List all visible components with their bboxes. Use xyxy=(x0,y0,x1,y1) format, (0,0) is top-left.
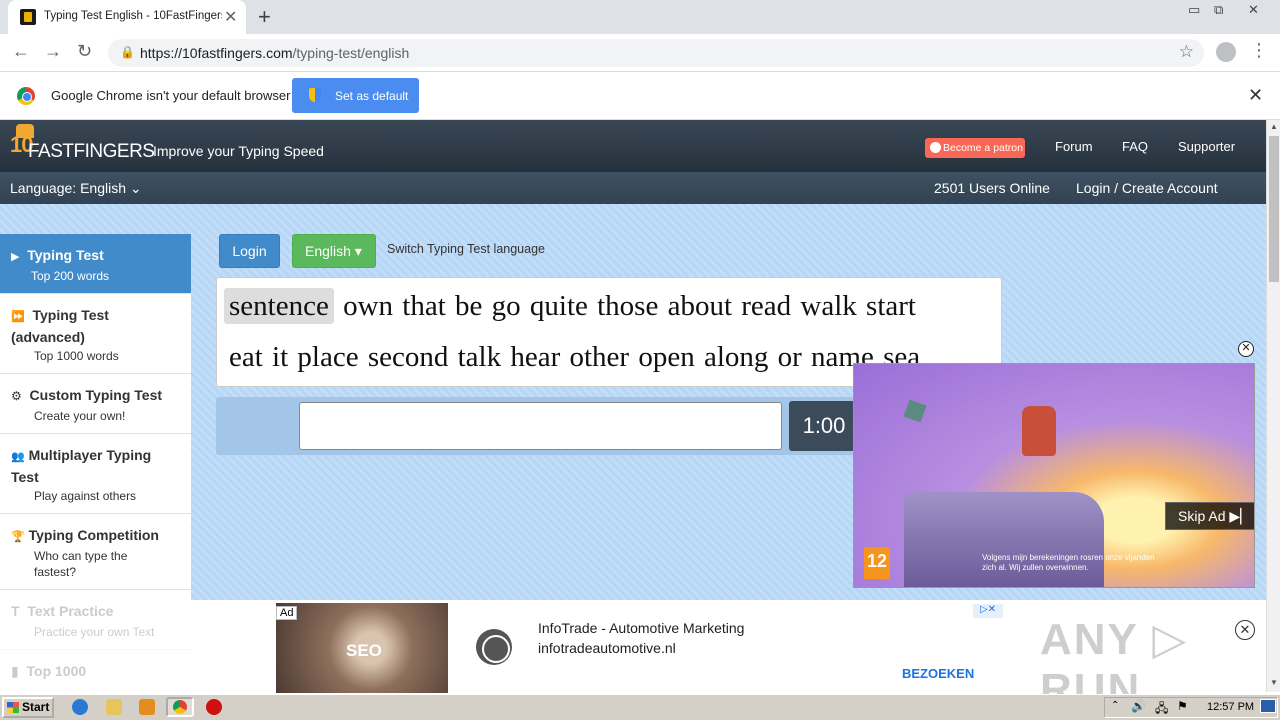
become-patron-button[interactable]: Become a patron xyxy=(925,138,1025,158)
play-icon: ▶ xyxy=(11,251,20,263)
back-icon[interactable]: ← xyxy=(12,41,30,62)
minimize-icon[interactable]: ▭ xyxy=(1188,2,1200,18)
ad-title[interactable]: InfoTrade - Automotive Marketing xyxy=(538,620,744,636)
patreon-icon xyxy=(930,142,941,153)
forum-link[interactable]: Forum xyxy=(1055,139,1093,154)
volume-icon[interactable]: 🔊 xyxy=(1131,699,1146,713)
windows-taskbar: Start ⌃ 🔊 🖧 ⚑ 12:57 PM xyxy=(0,694,1280,720)
scroll-down-icon[interactable]: ▼ xyxy=(1270,678,1278,687)
faq-link[interactable]: FAQ xyxy=(1122,139,1148,154)
lock-icon: 🔒 xyxy=(120,45,135,59)
ad-visit-button[interactable]: BEZOEKEN xyxy=(902,666,974,681)
ad-label: Ad xyxy=(276,606,298,620)
switch-language-label: Switch Typing Test language xyxy=(387,242,545,256)
address-bar[interactable]: 🔒 https://10fastfingers.com/typing-test/… xyxy=(108,39,1204,67)
shield-icon xyxy=(309,88,321,102)
site-header: 10 FASTFINGERS Improve your Typing Speed… xyxy=(0,120,1266,172)
chrome-icon xyxy=(173,700,187,714)
login-button[interactable]: Login xyxy=(219,234,280,268)
chrome-logo-icon xyxy=(17,87,35,105)
infobar-message: Google Chrome isn't your default browser xyxy=(51,88,291,103)
system-clock: 12:57 PM xyxy=(1207,701,1255,713)
sidebar-item-multiplayer[interactable]: 👥 Multiplayer Typing Test Play against o… xyxy=(0,434,191,514)
windows-logo-icon xyxy=(7,702,19,713)
bookmark-star-icon[interactable]: ☆ xyxy=(1179,42,1194,62)
tab-title: Typing Test English - 10FastFingers.com xyxy=(44,10,222,22)
sidebar-item-typing-test-advanced[interactable]: ⏩ Typing Test (advanced) Top 1000 words xyxy=(0,294,191,374)
forward-icon[interactable]: → xyxy=(44,41,62,62)
language-dropdown-button[interactable]: English ▾ xyxy=(292,234,376,268)
tab-strip: Typing Test English - 10FastFingers.com … xyxy=(0,0,1280,34)
url-text: https://10fastfingers.com/typing-test/en… xyxy=(140,45,410,61)
show-desktop-icon[interactable] xyxy=(1260,699,1276,713)
tray-expand-icon[interactable]: ⌃ xyxy=(1111,700,1119,711)
browser-toolbar: ← → ↻ 🔒 https://10fastfingers.com/typing… xyxy=(0,34,1280,72)
default-browser-infobar: Google Chrome isn't your default browser… xyxy=(0,72,1280,120)
supporter-link[interactable]: Supporter xyxy=(1178,139,1235,154)
profile-avatar-icon[interactable] xyxy=(1216,42,1236,62)
input-row: 1:00 xyxy=(216,397,859,455)
sidebar-item-typing-test[interactable]: ▶ Typing Test Top 200 words xyxy=(0,234,191,294)
countdown-timer: 1:00 xyxy=(789,401,859,451)
age-rating-badge: 12 xyxy=(864,547,890,579)
fast-forward-icon: ⏩ xyxy=(11,311,25,323)
sidebar: ▶ Typing Test Top 200 words ⏩ Typing Tes… xyxy=(0,234,191,694)
chart-icon: ▮ xyxy=(11,663,19,679)
globe-icon xyxy=(476,629,512,665)
scroll-up-icon[interactable]: ▲ xyxy=(1270,122,1278,131)
users-icon: 👥 xyxy=(11,451,25,463)
users-online: 2501 Users Online xyxy=(934,180,1050,196)
chrome-menu-icon[interactable]: ⋮ xyxy=(1250,40,1268,61)
ad-domain[interactable]: infotradeautomotive.nl xyxy=(538,640,676,656)
words-line-2: eat it place second talk hear other open… xyxy=(229,341,921,373)
folder-icon[interactable] xyxy=(106,699,122,715)
antivirus-icon[interactable] xyxy=(206,699,222,715)
set-as-default-button[interactable]: Set as default xyxy=(292,78,419,113)
cube-graphic xyxy=(903,399,927,423)
restore-icon[interactable]: ⧉ xyxy=(1214,2,1223,18)
language-selector[interactable]: Language: English ⌄ xyxy=(10,180,142,197)
site-tagline: Improve your Typing Speed xyxy=(153,143,324,159)
sidebar-item-text-practice[interactable]: T Text Practice Practice your own Text xyxy=(0,590,191,650)
site-favicon-icon xyxy=(20,9,36,25)
current-word: sentence xyxy=(224,288,334,324)
page-scrollbar[interactable]: ▲ ▼ xyxy=(1266,120,1280,692)
banner-ad-close-icon[interactable]: ✕ xyxy=(1235,620,1255,640)
infobar-close-icon[interactable]: ✕ xyxy=(1248,85,1263,106)
ie-icon[interactable] xyxy=(72,699,88,715)
chevron-down-icon: ⌄ xyxy=(129,180,142,196)
sidebar-item-typing-competition[interactable]: 🏆 Typing Competition Who can type the fa… xyxy=(0,514,191,590)
banner-ad[interactable]: Ad SEO InfoTrade - Automotive Marketing … xyxy=(276,603,1004,693)
login-create-account-link[interactable]: Login / Create Account xyxy=(1076,180,1218,196)
chrome-taskbar-button[interactable] xyxy=(166,697,194,717)
tab-close-icon[interactable]: ✕ xyxy=(224,7,237,27)
skip-ad-button[interactable]: Skip Ad ▶▏ xyxy=(1165,502,1254,530)
sidebar-item-top-1000[interactable]: ▮ Top 1000 xyxy=(0,650,191,694)
seo-ad-image: Ad SEO xyxy=(276,603,448,693)
platform-graphic xyxy=(904,492,1104,587)
browser-tab[interactable]: Typing Test English - 10FastFingers.com … xyxy=(8,0,246,34)
sidebar-item-custom-typing-test[interactable]: ⚙ Custom Typing Test Create your own! xyxy=(0,374,191,434)
trophy-icon: 🏆 xyxy=(11,531,25,543)
robot-graphic xyxy=(1022,406,1056,456)
logo-text[interactable]: FASTFINGERS xyxy=(28,141,155,163)
words-line-1: sentence own that be go quite those abou… xyxy=(224,288,916,324)
ad-choices-icon[interactable]: ▷✕ xyxy=(973,604,1003,618)
start-button[interactable]: Start xyxy=(2,697,54,718)
typing-input[interactable] xyxy=(299,402,782,450)
video-subtitle: Volgens mijn berekeningen rosren onze vi… xyxy=(982,553,1155,572)
text-icon: T xyxy=(11,603,20,619)
network-icon[interactable]: 🖧 xyxy=(1155,699,1168,720)
site-subheader: Language: English ⌄ 2501 Users Online Lo… xyxy=(0,172,1266,204)
window-close-icon[interactable]: ✕ xyxy=(1248,2,1259,18)
video-ad[interactable]: 12 Volgens mijn berekeningen rosren onze… xyxy=(853,363,1255,588)
hand-logo-icon xyxy=(16,124,34,138)
cogs-icon: ⚙ xyxy=(11,389,22,403)
new-tab-button[interactable]: + xyxy=(258,4,271,30)
media-player-icon[interactable] xyxy=(139,699,155,715)
reload-icon[interactable]: ↻ xyxy=(77,41,92,62)
video-ad-close-icon[interactable]: ✕ xyxy=(1238,341,1254,357)
flag-icon[interactable]: ⚑ xyxy=(1177,699,1188,713)
scrollbar-thumb[interactable] xyxy=(1269,136,1279,282)
